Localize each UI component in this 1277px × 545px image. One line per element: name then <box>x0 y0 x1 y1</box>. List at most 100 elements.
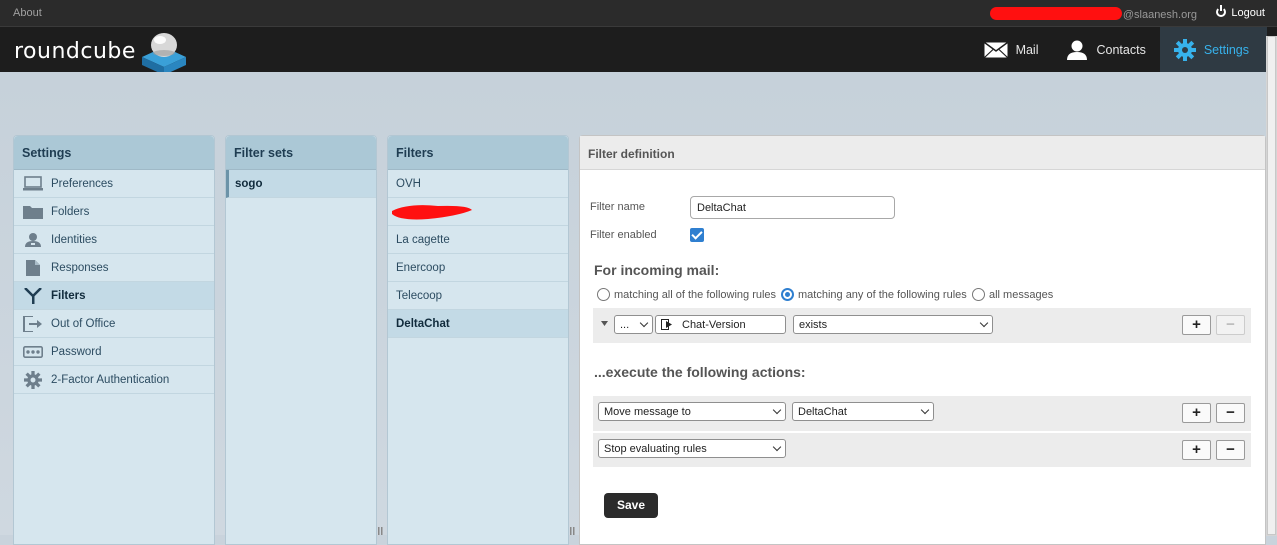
match-all-label: matching all of the following rules <box>614 288 777 301</box>
match-any-radio[interactable]: matching any of the following rules <box>781 288 967 301</box>
filter-sets-list: sogo <box>226 170 376 198</box>
action-target-value: DeltaChat <box>798 405 847 418</box>
redaction-mark <box>392 205 472 220</box>
filter-name-label: Filter name <box>590 201 646 213</box>
settings-item-label: Preferences <box>51 177 114 190</box>
filter-enabled-checkbox[interactable] <box>690 228 704 242</box>
filter-icon <box>23 287 43 304</box>
logout-button[interactable]: Logout <box>1216 5 1265 19</box>
nav-contacts[interactable]: Contacts <box>1052 27 1159 73</box>
settings-item-responses[interactable]: Responses <box>14 254 214 282</box>
splitter-grip-icon[interactable] <box>378 527 384 535</box>
power-icon <box>1216 5 1227 17</box>
all-messages-radio[interactable]: all messages <box>972 288 1053 301</box>
document-icon <box>23 259 43 276</box>
radio-checked-icon <box>781 288 794 301</box>
chevron-down-icon <box>639 318 649 328</box>
settings-item-identities[interactable]: Identities <box>14 226 214 254</box>
action-type-select[interactable]: Move message to <box>598 402 786 421</box>
user-email: @slaanesh.org <box>989 7 1197 21</box>
settings-item-label: Filters <box>51 289 86 302</box>
nav-mail[interactable]: Mail <box>970 27 1053 73</box>
nav-mail-label: Mail <box>1015 43 1039 57</box>
rule-header-value: Chat-Version <box>682 318 746 331</box>
user-email-domain: @slaanesh.org <box>1122 9 1197 21</box>
settings-item-label: 2-Factor Authentication <box>51 373 170 386</box>
filter-enabled-label: Filter enabled <box>590 229 657 241</box>
filter-item[interactable]: La cagette <box>388 226 568 254</box>
match-all-radio[interactable]: matching all of the following rules <box>597 288 776 301</box>
chevron-down-icon <box>920 405 930 415</box>
settings-item-label: Password <box>51 345 102 358</box>
rule-header-select[interactable]: ... <box>614 315 653 334</box>
folder-icon <box>23 204 43 220</box>
add-action-button[interactable]: + <box>1182 403 1211 423</box>
top-bar: About @slaanesh.org Logout <box>0 0 1277 26</box>
roundcube-logo-icon <box>142 33 186 75</box>
settings-item-folders[interactable]: Folders <box>14 198 214 226</box>
settings-list: Preferences Folders Identities Responses… <box>14 170 214 394</box>
save-button[interactable]: Save <box>604 493 658 518</box>
settings-panel: Settings Preferences Folders Identities … <box>13 135 215 545</box>
filters-panel: Filters OVH La cagette Enercoop Telecoop… <box>387 135 569 545</box>
gear-icon <box>1173 39 1196 61</box>
settings-item-label: Responses <box>51 261 109 274</box>
nav-contacts-label: Contacts <box>1096 43 1146 57</box>
filter-item[interactable]: OVH <box>388 170 568 198</box>
settings-item-2fa[interactable]: 2-Factor Authentication <box>14 366 214 394</box>
action-type-value: Stop evaluating rules <box>604 442 707 455</box>
expand-arrow-icon[interactable] <box>601 321 608 326</box>
incoming-mail-heading: For incoming mail: <box>594 262 720 278</box>
action-type-value: Move message to <box>604 405 691 418</box>
logout-label: Logout <box>1231 7 1265 19</box>
remove-rule-button[interactable]: − <box>1216 315 1245 335</box>
chevron-down-icon <box>979 318 989 328</box>
settings-item-filters[interactable]: Filters <box>14 282 214 310</box>
envelope-icon <box>983 42 1008 58</box>
person-icon <box>1067 40 1088 60</box>
chevron-down-icon <box>772 442 782 452</box>
all-messages-label: all messages <box>989 288 1054 301</box>
splitter-grip-icon[interactable] <box>570 527 576 535</box>
redaction-mark <box>989 7 1122 20</box>
settings-item-label: Folders <box>51 205 90 218</box>
filter-item-selected[interactable]: DeltaChat <box>388 310 568 338</box>
settings-item-preferences[interactable]: Preferences <box>14 170 214 198</box>
radio-icon <box>597 288 610 301</box>
filter-name-input[interactable] <box>690 196 895 219</box>
password-icon <box>23 344 43 360</box>
actions-heading: ...execute the following actions: <box>594 364 806 380</box>
filters-panel-title: Filters <box>388 136 568 170</box>
settings-item-password[interactable]: Password <box>14 338 214 366</box>
settings-item-label: Identities <box>51 233 98 246</box>
rule-header-input[interactable]: Chat-Version <box>655 315 786 334</box>
filter-set-item[interactable]: sogo <box>226 170 376 198</box>
action-type-select[interactable]: Stop evaluating rules <box>598 439 786 458</box>
settings-item-out-of-office[interactable]: Out of Office <box>14 310 214 338</box>
id-card-icon <box>23 232 43 248</box>
rule-operator-value: exists <box>799 318 828 331</box>
nav-settings-label: Settings <box>1203 43 1249 57</box>
add-action-button[interactable]: + <box>1182 440 1211 460</box>
rule-header-select-value: ... <box>620 318 630 331</box>
page-scrollbar[interactable] <box>1266 36 1277 536</box>
remove-action-button[interactable]: − <box>1216 440 1245 460</box>
action-target-select[interactable]: DeltaChat <box>792 402 934 421</box>
logo-text[interactable]: roundcube <box>14 39 136 64</box>
cog-icon <box>23 370 43 389</box>
filter-sets-panel-title: Filter sets <box>226 136 376 170</box>
filter-item[interactable]: Telecoop <box>388 282 568 310</box>
filter-definition-title: Filter definition <box>580 136 1265 170</box>
chevron-down-icon <box>772 405 782 415</box>
settings-item-label: Out of Office <box>51 317 116 330</box>
main-nav: Mail Contacts Settings <box>970 27 1277 73</box>
add-rule-button[interactable]: + <box>1182 315 1211 335</box>
nav-settings[interactable]: Settings <box>1159 27 1277 73</box>
scrollbar-thumb[interactable] <box>1267 36 1276 535</box>
rule-operator-select[interactable]: exists <box>793 315 993 334</box>
filter-item[interactable]: Enercoop <box>388 254 568 282</box>
app-header: roundcube Mail Contacts Settings <box>0 26 1277 75</box>
about-link[interactable]: About <box>13 7 42 19</box>
radio-icon <box>972 288 985 301</box>
remove-action-button[interactable]: − <box>1216 403 1245 423</box>
